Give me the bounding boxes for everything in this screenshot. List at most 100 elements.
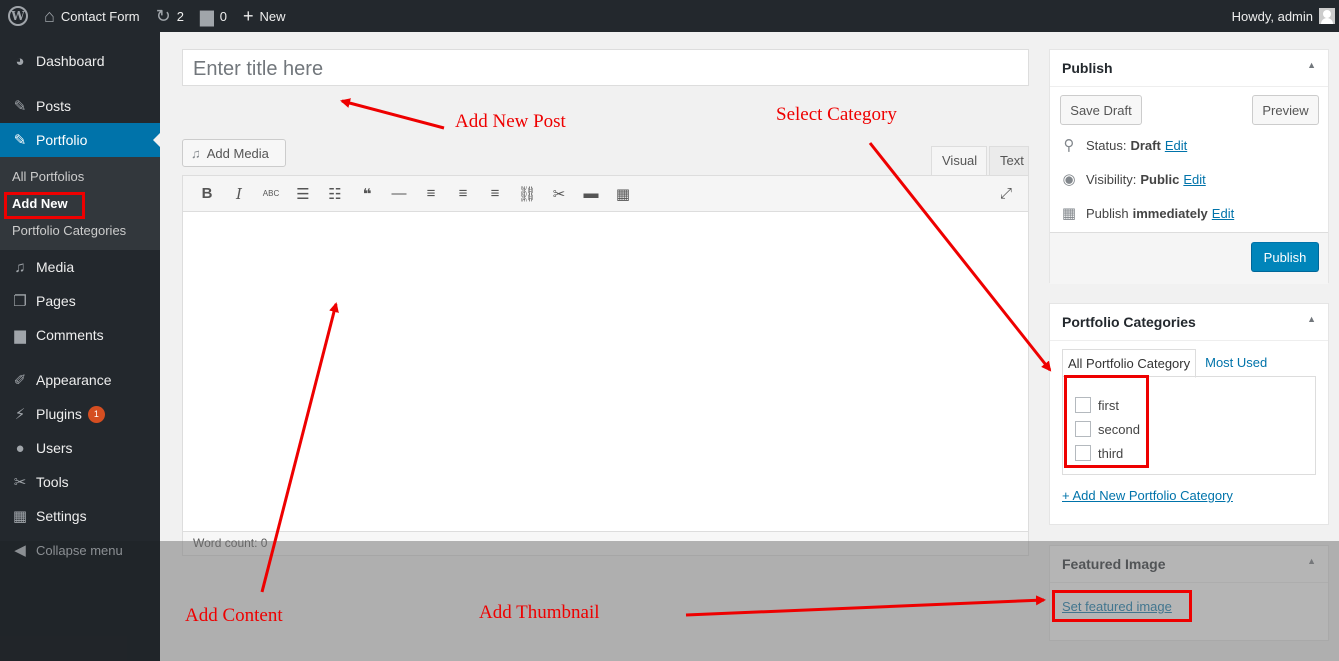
post-title-input[interactable]: Enter title here <box>182 49 1029 86</box>
bullet-list-icon[interactable]: ☰ <box>287 185 319 203</box>
pin-icon: ✎ <box>13 98 27 115</box>
highlight-category-list <box>1064 375 1149 468</box>
status-label: Status: <box>1086 137 1127 153</box>
annotation-add-content: Add Content <box>185 605 283 626</box>
tab-visual[interactable]: Visual <box>931 146 987 176</box>
sidebar-item-plugins[interactable]: ⚡ Plugins 1 <box>0 397 160 431</box>
link-icon[interactable]: ⛓ <box>511 185 543 203</box>
sidebar-item-label: Media <box>36 259 75 275</box>
edit-status-link[interactable]: Edit <box>1165 138 1187 153</box>
collapse-arrow-icon[interactable]: ▲ <box>1307 314 1316 330</box>
sidebar-item-settings[interactable]: ▦ Settings <box>0 499 160 533</box>
pages-icon: ❐ <box>13 293 27 310</box>
sidebar-item-media[interactable]: ♫ Media <box>0 250 160 284</box>
read-more-icon[interactable]: ▬ <box>575 185 607 202</box>
admin-bar: W ⌂ Contact Form ↻ 2 ▆ 0 + New Howdy, ad… <box>0 0 1339 32</box>
toolbar-toggle-icon[interactable]: ▦ <box>607 185 639 203</box>
preview-button[interactable]: Preview <box>1252 95 1319 125</box>
publish-time: ▦ Publish immediately Edit <box>1060 204 1234 222</box>
unlink-icon[interactable]: ✂ <box>543 185 575 203</box>
tab-most-used[interactable]: Most Used <box>1196 349 1272 378</box>
sidebar-item-label: Appearance <box>36 372 112 388</box>
sidebar-item-pages[interactable]: ❐ Pages <box>0 284 160 318</box>
sidebar-item-dashboard[interactable]: ◕ Dashboard <box>0 44 160 78</box>
tab-all-categories[interactable]: All Portfolio Category <box>1062 349 1197 378</box>
content-editor[interactable]: B I ABC ☰ ☷ ❝ — ≡ ≡ ≡ ⛓ ✂ ▬ ▦ ⤢ Word cou… <box>182 175 1029 556</box>
blockquote-icon[interactable]: ❝ <box>351 185 383 203</box>
categories-box-title: Portfolio Categories <box>1062 314 1196 330</box>
collapse-icon: ◀ <box>14 542 26 559</box>
sidebar-item-label: Portfolio <box>36 132 88 148</box>
tab-text[interactable]: Text <box>989 146 1029 176</box>
post-status: ⚲ Status: Draft Edit <box>1060 136 1188 154</box>
submenu-portfolio-categories[interactable]: Portfolio Categories <box>0 217 160 244</box>
sidebar-item-label: Tools <box>36 474 69 490</box>
strikethrough-icon[interactable]: ABC <box>255 189 287 198</box>
media-icon: ♫ <box>14 258 26 276</box>
sidebar-item-label: Dashboard <box>36 53 105 69</box>
submenu-all-portfolios[interactable]: All Portfolios <box>0 163 160 190</box>
plug-icon: ⚡ <box>14 406 26 423</box>
plus-icon: + <box>243 6 254 26</box>
featured-box-header[interactable]: Featured Image ▲ <box>1050 546 1328 583</box>
updates-menu[interactable]: ↻ 2 <box>148 0 192 32</box>
plugins-update-badge: 1 <box>87 405 105 423</box>
publish-label: Publish <box>1086 205 1129 221</box>
sidebar-item-users[interactable]: ● Users <box>0 431 160 465</box>
add-media-label: Add Media <box>206 145 269 161</box>
wp-logo-menu[interactable]: W <box>0 0 36 32</box>
eye-icon: ◉ <box>1062 171 1076 188</box>
edit-publish-time-link[interactable]: Edit <box>1212 206 1234 221</box>
sidebar-item-appearance[interactable]: ✐ Appearance <box>0 363 160 397</box>
sidebar-item-label: Comments <box>36 327 104 343</box>
my-account-menu[interactable]: Howdy, admin <box>1224 0 1339 32</box>
collapse-menu-button[interactable]: ◀ Collapse menu <box>0 533 160 567</box>
categories-box-header[interactable]: Portfolio Categories ▲ <box>1050 304 1328 341</box>
comments-menu[interactable]: ▆ 0 <box>192 0 235 32</box>
status-value: Draft <box>1130 137 1161 153</box>
fullscreen-icon[interactable]: ⤢ <box>990 185 1022 202</box>
sidebar-item-label: Posts <box>36 98 72 114</box>
visibility-label: Visibility: <box>1086 171 1137 187</box>
save-draft-button[interactable]: Save Draft <box>1060 95 1142 125</box>
howdy-text: Howdy, admin <box>1231 8 1313 24</box>
sidebar-item-portfolio[interactable]: ✎ Portfolio <box>0 123 160 157</box>
dashboard-icon: ◕ <box>15 52 25 70</box>
wordpress-logo-icon: W <box>8 6 28 26</box>
align-right-icon[interactable]: ≡ <box>479 185 511 202</box>
add-media-button[interactable]: ♫ Add Media <box>182 139 286 167</box>
add-new-category-link[interactable]: + Add New Portfolio Category <box>1062 488 1233 503</box>
italic-icon[interactable]: I <box>223 185 255 203</box>
sidebar-item-label: Settings <box>36 508 87 524</box>
category-tabs: All Portfolio Category Most Used <box>1062 349 1272 378</box>
publish-box: Publish ▲ Save Draft Preview ⚲ Status: D… <box>1049 49 1329 284</box>
highlight-featured-image <box>1052 590 1192 622</box>
updates-count: 2 <box>176 8 184 24</box>
horizontal-line-icon[interactable]: — <box>383 185 415 202</box>
calendar-icon: ▦ <box>1061 205 1077 222</box>
post-visibility: ◉ Visibility: Public Edit <box>1060 170 1205 188</box>
site-name-menu[interactable]: ⌂ Contact Form <box>36 0 148 32</box>
media-icon: ♫ <box>191 145 201 161</box>
user-icon: ● <box>15 439 25 457</box>
sidebar-item-posts[interactable]: ✎ Posts <box>0 89 160 123</box>
avatar <box>1319 8 1335 24</box>
highlight-add-new <box>4 192 85 219</box>
publish-box-header[interactable]: Publish ▲ <box>1050 50 1328 87</box>
sidebar-item-tools[interactable]: ✂ Tools <box>0 465 160 499</box>
align-center-icon[interactable]: ≡ <box>447 185 479 202</box>
updates-icon: ↻ <box>155 6 171 26</box>
sidebar-item-label: Plugins <box>36 406 82 422</box>
collapse-arrow-icon[interactable]: ▲ <box>1307 60 1316 76</box>
edit-visibility-link[interactable]: Edit <box>1183 172 1205 187</box>
bold-icon[interactable]: B <box>191 185 223 202</box>
new-content-menu[interactable]: + New <box>235 0 294 32</box>
comment-icon: ▆ <box>14 327 26 344</box>
home-icon: ⌂ <box>44 6 55 26</box>
align-left-icon[interactable]: ≡ <box>415 185 447 202</box>
word-count: Word count: 0 <box>183 531 1028 555</box>
sidebar-item-comments[interactable]: ▆ Comments <box>0 318 160 352</box>
numbered-list-icon[interactable]: ☷ <box>319 185 351 203</box>
publish-button[interactable]: Publish <box>1251 242 1319 272</box>
collapse-arrow-icon[interactable]: ▲ <box>1307 556 1316 572</box>
